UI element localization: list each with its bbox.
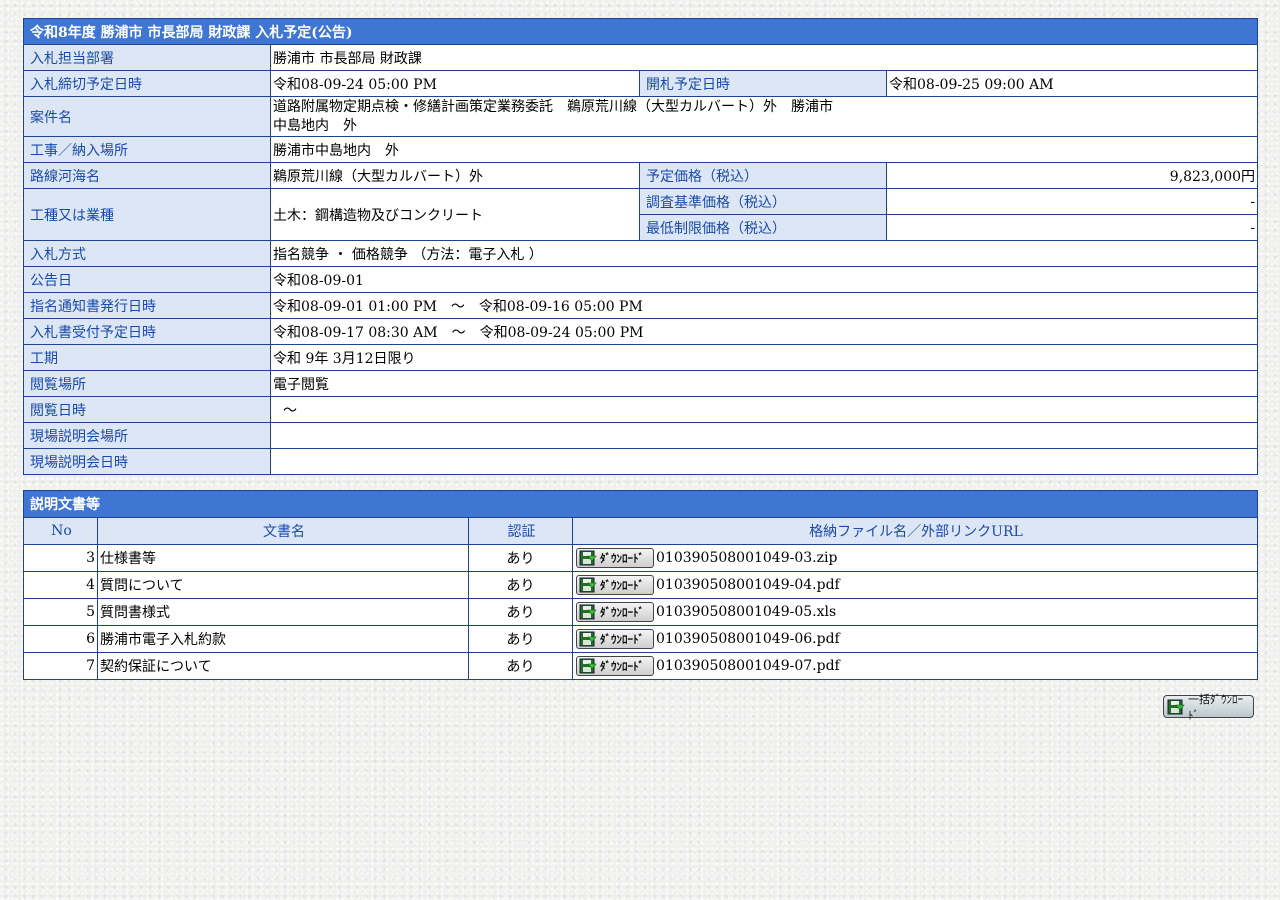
deadline-value: 令和08-09-24 05:00 PM <box>270 70 640 97</box>
view-date-label: 閲覧日時 <box>23 396 271 423</box>
document-file-name: 010390508001049-05.xls <box>656 604 837 620</box>
place-label: 工事／納入場所 <box>23 136 271 163</box>
document-auth: あり <box>468 571 573 599</box>
download-button-label: ﾀﾞｳﾝﾛｰﾄﾞ <box>600 552 644 565</box>
document-name: 質問書様式 <box>97 598 469 626</box>
opening-label: 開札予定日時 <box>639 70 887 97</box>
download-disk-icon <box>579 658 597 674</box>
document-no: 5 <box>23 598 98 626</box>
min-price-label: 最低制限価格（税込） <box>639 214 887 241</box>
site-date-value <box>269 448 1259 475</box>
case-line-2: 中島地内 外 <box>273 117 357 134</box>
download-disk-icon <box>579 550 597 566</box>
dept-label: 入札担当部署 <box>23 44 271 71</box>
documents-rows: 3 仕様書等 あり ﾀﾞｳﾝﾛｰﾄﾞ 010390508001049-03.zip 4 質問… <box>23 544 1258 680</box>
receipt-value: 令和08-09-17 08:30 AM ～ 令和08-09-24 05:00 P… <box>269 318 1259 345</box>
min-price-value: - <box>885 214 1259 241</box>
document-file-cell: ﾀﾞｳﾝﾛｰﾄﾞ 010390508001049-05.xls <box>572 598 1258 626</box>
document-name: 仕様書等 <box>97 544 469 572</box>
site-place-value <box>269 422 1259 449</box>
download-button-label: ﾀﾞｳﾝﾛｰﾄﾞ <box>600 633 644 646</box>
survey-value: - <box>885 188 1259 215</box>
download-button-label: ﾀﾞｳﾝﾛｰﾄﾞ <box>600 660 644 673</box>
document-name: 勝浦市電子入札約款 <box>97 625 469 653</box>
document-row: 4 質問について あり ﾀﾞｳﾝﾛｰﾄﾞ 010390508001049-04.pdf <box>23 571 1258 599</box>
download-disk-icon <box>579 577 597 593</box>
view-date-value: ～ <box>269 396 1259 423</box>
document-no: 7 <box>23 652 98 680</box>
price-value: 9,823,000円 <box>885 162 1259 189</box>
documents-title: 説明文書等 <box>23 490 1258 518</box>
site-date-label: 現場説明会日時 <box>23 448 271 475</box>
download-disk-icon <box>579 631 597 647</box>
method-label: 入札方式 <box>23 240 271 267</box>
documents-table: 説明文書等 No 文書名 認証 格納ファイル名／外部リンクURL 3 仕様書等 あり… <box>23 490 1258 680</box>
document-file-name: 010390508001049-06.pdf <box>656 631 840 647</box>
route-label: 路線河海名 <box>23 162 271 189</box>
view-place-value: 電子閲覧 <box>269 370 1259 397</box>
document-row: 3 仕様書等 あり ﾀﾞｳﾝﾛｰﾄﾞ 010390508001049-03.zip <box>23 544 1258 572</box>
site-place-label: 現場説明会場所 <box>23 422 271 449</box>
bulk-download-label: 一括ﾀﾞｳﾝﾛｰﾄﾞ <box>1188 692 1243 722</box>
download-button-label: ﾀﾞｳﾝﾛｰﾄﾞ <box>600 606 644 619</box>
col-header-name: 文書名 <box>97 517 469 545</box>
document-file-cell: ﾀﾞｳﾝﾛｰﾄﾞ 010390508001049-04.pdf <box>572 571 1258 599</box>
period-value: 令和 9年 3月12日限り <box>269 344 1259 371</box>
document-auth: あり <box>468 598 573 626</box>
download-disk-icon <box>1167 699 1185 714</box>
document-no: 4 <box>23 571 98 599</box>
document-file-name: 010390508001049-07.pdf <box>656 658 840 674</box>
bid-info-title: 令和8年度 勝浦市 市長部局 財政課 入札予定(公告) <box>22 18 1259 45</box>
document-file-name: 010390508001049-03.zip <box>656 550 838 566</box>
download-button[interactable]: ﾀﾞｳﾝﾛｰﾄﾞ <box>576 602 654 622</box>
col-header-file: 格納ファイル名／外部リンクURL <box>572 517 1258 545</box>
notice-label: 公告日 <box>23 266 271 293</box>
type-label: 工種又は業種 <box>23 188 271 241</box>
document-no: 3 <box>23 544 98 572</box>
download-button-label: ﾀﾞｳﾝﾛｰﾄﾞ <box>600 579 644 592</box>
document-name: 質問について <box>97 571 469 599</box>
document-row: 6 勝浦市電子入札約款 あり ﾀﾞｳﾝﾛｰﾄﾞ 010390508001049-06.p… <box>23 625 1258 653</box>
document-file-cell: ﾀﾞｳﾝﾛｰﾄﾞ 010390508001049-03.zip <box>572 544 1258 572</box>
document-auth: あり <box>468 544 573 572</box>
deadline-label: 入札締切予定日時 <box>23 70 271 97</box>
download-button[interactable]: ﾀﾞｳﾝﾛｰﾄﾞ <box>576 575 654 595</box>
receipt-label: 入札書受付予定日時 <box>23 318 271 345</box>
document-auth: あり <box>468 652 573 680</box>
case-line-1: 道路附属物定期点検・修繕計画策定業務委託 鵜原荒川線（大型カルバート）外 勝浦市 <box>273 98 833 115</box>
download-button[interactable]: ﾀﾞｳﾝﾛｰﾄﾞ <box>576 629 654 649</box>
designation-value: 令和08-09-01 01:00 PM ～ 令和08-09-16 05:00 P… <box>269 292 1259 319</box>
case-value: 道路附属物定期点検・修繕計画策定業務委託 鵜原荒川線（大型カルバート）外 勝浦市… <box>269 96 1259 137</box>
col-header-auth: 認証 <box>468 517 573 545</box>
type-value: 土木：鋼構造物及びコンクリート <box>270 188 640 241</box>
dept-value: 勝浦市 市長部局 財政課 <box>269 44 1259 71</box>
designation-label: 指名通知書発行日時 <box>23 292 271 319</box>
document-file-cell: ﾀﾞｳﾝﾛｰﾄﾞ 010390508001049-06.pdf <box>572 625 1258 653</box>
price-label: 予定価格（税込） <box>639 162 887 189</box>
place-value: 勝浦市中島地内 外 <box>269 136 1259 163</box>
view-place-label: 閲覧場所 <box>23 370 271 397</box>
document-file-cell: ﾀﾞｳﾝﾛｰﾄﾞ 010390508001049-07.pdf <box>572 652 1258 680</box>
document-auth: あり <box>468 625 573 653</box>
notice-value: 令和08-09-01 <box>269 266 1259 293</box>
document-no: 6 <box>23 625 98 653</box>
document-file-name: 010390508001049-04.pdf <box>656 577 840 593</box>
document-row: 5 質問書様式 あり ﾀﾞｳﾝﾛｰﾄﾞ 010390508001049-05.xls <box>23 598 1258 626</box>
case-label: 案件名 <box>23 96 271 137</box>
route-value: 鵜原荒川線（大型カルバート）外 <box>270 162 640 189</box>
method-value: 指名競争 ・ 価格競争 （方法：電子入札 ） <box>269 240 1259 267</box>
opening-value: 令和08-09-25 09:00 AM <box>885 70 1259 97</box>
bulk-download-button[interactable]: 一括ﾀﾞｳﾝﾛｰﾄﾞ <box>1163 693 1254 722</box>
download-button[interactable]: ﾀﾞｳﾝﾛｰﾄﾞ <box>576 548 654 568</box>
bid-info-table: 令和8年度 勝浦市 市長部局 財政課 入札予定(公告) 入札担当部署 勝浦市 市… <box>22 18 1259 475</box>
download-button[interactable]: ﾀﾞｳﾝﾛｰﾄﾞ <box>576 656 654 676</box>
period-label: 工期 <box>23 344 271 371</box>
document-name: 契約保証について <box>97 652 469 680</box>
download-disk-icon <box>579 604 597 620</box>
document-row: 7 契約保証について あり ﾀﾞｳﾝﾛｰﾄﾞ 010390508001049-07.pd… <box>23 652 1258 680</box>
col-header-no: No <box>23 517 98 545</box>
survey-label: 調査基準価格（税込） <box>639 188 887 215</box>
